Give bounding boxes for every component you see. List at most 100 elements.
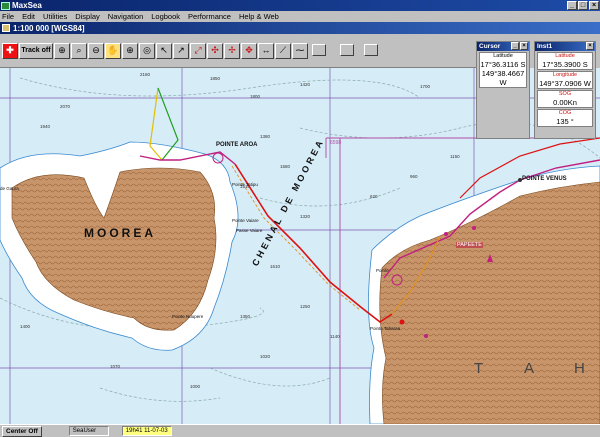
maxsea-window: MaxSea _ □ × File Edit Utilities Display… <box>0 0 600 437</box>
svg-text:1070: 1070 <box>110 364 121 369</box>
maximize-button[interactable]: □ <box>578 1 588 10</box>
close-button[interactable]: × <box>589 1 599 10</box>
svg-text:1800: 1800 <box>250 94 261 99</box>
edit-mark-icon[interactable]: ✥ <box>241 43 257 59</box>
mark-dot-1[interactable] <box>444 232 448 236</box>
menu-display[interactable]: Display <box>75 12 100 21</box>
menu-performance[interactable]: Performance <box>188 12 231 21</box>
hand-pan-icon[interactable]: ✋ <box>105 43 121 59</box>
target-icon[interactable]: ◎ <box>139 43 155 59</box>
inst-longitude-field: Longitude 149°37.0906 W <box>537 71 593 89</box>
center-crosshair-icon[interactable]: ⊕ <box>122 43 138 59</box>
tahiti-letter-a: A <box>524 360 535 377</box>
instrument-panel-title-bar[interactable]: Inst1 × <box>535 42 595 51</box>
instrument-panel[interactable]: Inst1 × Latitude 17°35.3900 S Longitude … <box>534 41 596 139</box>
svg-text:960: 960 <box>410 174 418 179</box>
waypoint-icon[interactable]: ✢ <box>224 43 240 59</box>
mark-icon[interactable]: ✣ <box>207 43 223 59</box>
pointe-vaiare-label: Pointe Vaiare <box>232 218 259 223</box>
pointe-venus-label: POINTE VENUS <box>522 176 567 182</box>
pointe-tatipu-label: Pointe Tatipu <box>232 182 258 187</box>
inst-longitude-label: Longitude <box>552 72 578 78</box>
track-toggle-button[interactable]: Track off <box>19 43 53 59</box>
menu-utilities[interactable]: Utilities <box>43 12 67 21</box>
zoom-out-icon[interactable]: ⊖ <box>88 43 104 59</box>
svg-text:1380: 1380 <box>260 134 271 139</box>
status-bar: Center Off SeaUser 19h41 11-07-03 <box>0 424 600 437</box>
inst-cog-label: COG <box>558 110 572 116</box>
route-icon[interactable]: ⤢ <box>190 43 206 59</box>
inst-latitude-value: 17°35.3900 S <box>542 60 588 69</box>
chart-document-title-bar[interactable]: 1:100 000 [WGS84] <box>0 22 600 34</box>
svg-text:1250: 1250 <box>300 304 311 309</box>
menu-navigation[interactable]: Navigation <box>108 12 143 21</box>
inst-cog-value: 135 ° <box>556 117 574 126</box>
scale-chip-1[interactable] <box>312 44 326 56</box>
cursor-panel-close-button[interactable]: × <box>520 42 528 50</box>
app-title-bar[interactable]: MaxSea _ □ × <box>0 0 600 11</box>
maxsea-logo-icon <box>1 1 10 10</box>
zoom-magnifier-icon[interactable]: ⌕ <box>71 43 87 59</box>
sheet-number-label: 6598 <box>330 140 342 146</box>
boat-position-icon[interactable] <box>399 319 405 325</box>
time-date-field: 19h41 11-07-03 <box>121 426 172 436</box>
svg-text:620: 620 <box>370 194 378 199</box>
svg-text:1420: 1420 <box>300 82 311 87</box>
toolbar: ✚ Track off ⊕ ⌕ ⊖ ✋ ⊕ ◎ ↖ ↗ ⤢ ✣ ✢ ✥ ↔ ⟋ … <box>0 34 476 68</box>
center-off-button[interactable]: Center Off <box>2 425 42 437</box>
window-controls: _ □ × <box>567 1 599 10</box>
inst-sog-value: 0.00Kn <box>553 98 577 107</box>
moorea-label: MOOREA <box>84 226 156 240</box>
svg-text:1020: 1020 <box>260 354 271 359</box>
sea-user-field: SeaUser <box>68 426 109 436</box>
pointe-aroa-label: POINTE AROA <box>216 142 258 148</box>
chart-document-icon <box>2 24 10 32</box>
svg-text:1150: 1150 <box>450 154 460 159</box>
pointe-taharaa-label: Pointe Taharaa <box>370 326 401 331</box>
instrument-panel-title: Inst1 <box>537 43 553 50</box>
ruler-icon[interactable]: ↔ <box>258 43 274 59</box>
papeete-label: PAPEETE <box>456 242 483 248</box>
mark-dot-3[interactable] <box>424 334 428 338</box>
cursor-panel-title-bar[interactable]: Cursor _ × <box>477 42 529 51</box>
menu-help-web[interactable]: Help & Web <box>239 12 279 21</box>
inst-sog-field: SOG 0.00Kn <box>537 90 593 108</box>
draw-line-icon[interactable]: ⟋ <box>275 43 291 59</box>
mark-dot-2[interactable] <box>472 226 476 230</box>
svg-text:1580: 1580 <box>280 164 291 169</box>
menu-logbook[interactable]: Logbook <box>151 12 180 21</box>
moorea-island <box>11 167 217 331</box>
pointer-icon[interactable]: ↗ <box>173 43 189 59</box>
app-title: MaxSea <box>12 1 42 10</box>
svg-text:2070: 2070 <box>60 104 71 109</box>
inst-latitude-label: Latitude <box>555 53 575 59</box>
svg-text:1140: 1140 <box>330 334 340 339</box>
svg-text:1850: 1850 <box>210 76 221 81</box>
inst-sog-label: SOG <box>558 91 572 97</box>
scale-chip-3[interactable] <box>364 44 378 56</box>
tahiti-island <box>379 181 600 424</box>
passe-vaiare-label: Passe Vaiare <box>236 228 263 233</box>
zoom-in-icon[interactable]: ⊕ <box>54 43 70 59</box>
measure-icon[interactable]: ⁓ <box>292 43 308 59</box>
menu-edit[interactable]: Edit <box>22 12 35 21</box>
cursor-longitude-value: 149°38.4667 W <box>481 69 525 87</box>
scale-chip-2[interactable] <box>340 44 354 56</box>
pointe-label: Pointe <box>376 268 389 273</box>
instrument-panel-close-button[interactable]: × <box>586 42 594 50</box>
man-overboard-button[interactable]: ✚ <box>2 43 18 59</box>
cursor-panel-minimize-button[interactable]: _ <box>511 42 519 50</box>
svg-text:1350: 1350 <box>240 314 251 319</box>
inst-latitude-field: Latitude 17°35.3900 S <box>537 52 593 70</box>
cursor-panel[interactable]: Cursor _ × Latitude 17°36.3116 S 149°38.… <box>476 41 530 139</box>
minimize-button[interactable]: _ <box>567 1 577 10</box>
svg-text:1400: 1400 <box>20 324 31 329</box>
menu-bar: File Edit Utilities Display Navigation L… <box>0 11 600 22</box>
select-arrow-icon[interactable]: ↖ <box>156 43 172 59</box>
svg-text:1610: 1610 <box>270 264 281 269</box>
cursor-panel-title: Cursor <box>479 43 501 50</box>
menu-file[interactable]: File <box>2 12 14 21</box>
chart-scale-title: 1:100 000 [WGS84] <box>13 23 85 33</box>
svg-text:1320: 1320 <box>300 214 311 219</box>
svg-text:1940: 1940 <box>40 124 51 129</box>
